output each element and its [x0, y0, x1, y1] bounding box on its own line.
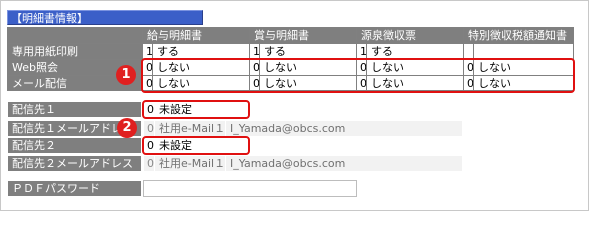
email-field: I_Yamada@obcs.com	[226, 156, 462, 171]
callout-badge: 1	[116, 65, 136, 85]
col-header-salary: 給与明細書	[143, 28, 249, 43]
code-field[interactable]: 1	[143, 44, 152, 59]
code-field: 0	[144, 121, 154, 136]
col-header-bonus: 賞与明細書	[250, 28, 356, 43]
details-panel: 【明細書情報】 給与明細書 賞与明細書 源泉徴収票 特別徴収税額通知書 専用用紙…	[0, 0, 589, 211]
pdf-password-input[interactable]	[143, 180, 357, 197]
row-label-dedicated-paper: 専用用紙印刷	[8, 44, 142, 59]
delivery-2-email-label: 配信先２メールアドレス	[8, 156, 141, 171]
table-corner	[8, 28, 142, 43]
callout-badge: 2	[117, 118, 137, 138]
code-field: 0	[144, 156, 154, 171]
value-field[interactable]: する	[153, 44, 249, 59]
value-field: 社用e-Mail１	[155, 156, 225, 171]
col-header-withholding: 源泉徴収票	[357, 28, 463, 43]
highlight-box	[142, 100, 250, 119]
delivery-1-label: 配信先１	[8, 102, 141, 117]
highlight-box	[141, 58, 575, 93]
code-field[interactable]: 1	[250, 44, 259, 59]
delivery-2-label: 配信先２	[8, 138, 141, 153]
col-header-special-tax: 特別徴収税額通知書	[464, 28, 573, 43]
value-field[interactable]: する	[367, 44, 463, 59]
highlight-box	[142, 136, 250, 155]
value-field	[474, 44, 573, 59]
pdf-password-label: ＰＤＦパスワード	[8, 181, 141, 196]
code-field[interactable]: 1	[357, 44, 366, 59]
value-field: 社用e-Mail１	[155, 121, 225, 136]
section-title: 【明細書情報】	[7, 10, 203, 25]
email-field: I_Yamada@obcs.com	[226, 121, 462, 136]
value-field[interactable]: する	[260, 44, 356, 59]
code-field	[464, 44, 473, 59]
